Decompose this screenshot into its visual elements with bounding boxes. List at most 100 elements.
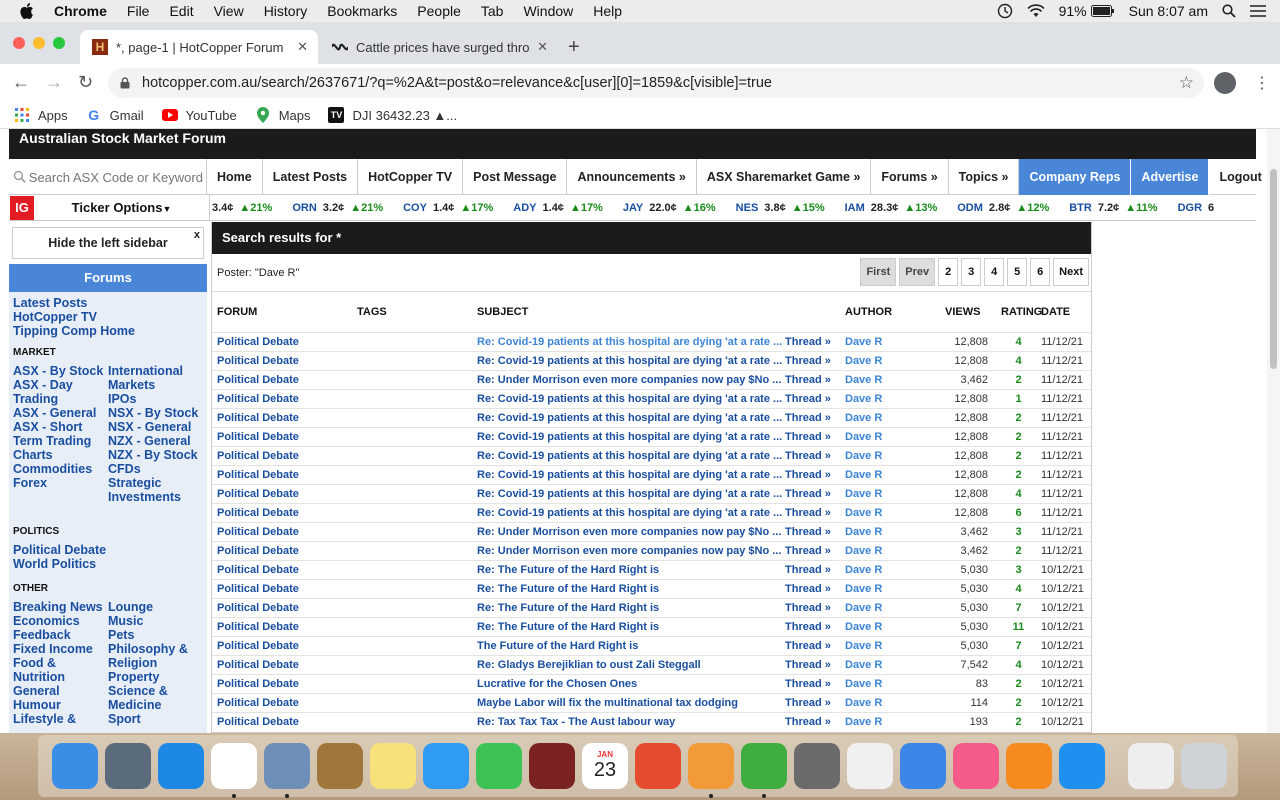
ticker-item[interactable]: ODM 2.8¢ ▲12% xyxy=(957,202,1049,214)
forward-arrow-icon[interactable]: → xyxy=(45,72,63,93)
page-button[interactable]: 6 xyxy=(1030,258,1051,286)
bookmark-dji[interactable]: TV DJI 36432.23 ▲... xyxy=(328,107,457,123)
forum-link[interactable]: Political Debate xyxy=(212,464,352,484)
forum-link[interactable]: Political Debate xyxy=(212,540,352,560)
ticker-item[interactable]: 3.4¢ ▲21% xyxy=(212,202,272,214)
subject-link[interactable]: Re: Covid-19 patients at this hospital a… xyxy=(472,407,783,427)
forum-link[interactable]: Political Debate xyxy=(212,711,352,731)
sidebar-link[interactable]: Latest Posts xyxy=(13,296,203,310)
menu-tab[interactable]: Tab xyxy=(481,3,504,19)
author-link[interactable]: Dave R xyxy=(840,445,940,465)
bookmark-gmail[interactable]: G Gmail xyxy=(86,107,143,123)
other-link[interactable]: Religion xyxy=(108,656,203,670)
ticker-item[interactable]: IAM 28.3¢ ▲13% xyxy=(845,202,938,214)
subject-link[interactable]: Re: The Future of the Hard Right is xyxy=(472,616,783,636)
downloads-stack-icon[interactable] xyxy=(1128,743,1174,789)
author-link[interactable]: Dave R xyxy=(840,407,940,427)
other-link[interactable]: Lifestyle & xyxy=(13,712,108,726)
author-link[interactable]: Dave R xyxy=(840,464,940,484)
nav-forums[interactable]: Forums » xyxy=(871,159,949,195)
thread-link[interactable]: Thread » xyxy=(783,483,840,503)
bookmark-apps[interactable]: Apps xyxy=(14,107,68,123)
forum-link[interactable]: Political Debate xyxy=(212,616,352,636)
menu-window[interactable]: Window xyxy=(523,3,573,19)
forum-link[interactable]: Political Debate xyxy=(212,331,352,351)
ticker-item[interactable]: NES 3.8¢ ▲15% xyxy=(736,202,825,214)
other-link[interactable]: Feedback xyxy=(13,628,108,642)
close-tab-icon[interactable]: ✕ xyxy=(297,39,308,55)
nav-post-message[interactable]: Post Message xyxy=(463,159,568,195)
forum-link[interactable]: Political Debate xyxy=(212,388,352,408)
system-preferences-icon[interactable] xyxy=(794,743,840,789)
author-link[interactable]: Dave R xyxy=(840,540,940,560)
other-link[interactable]: Science & xyxy=(108,684,203,698)
market-link[interactable]: NSX - By Stock xyxy=(108,406,203,420)
menu-people[interactable]: People xyxy=(417,3,461,19)
other-link[interactable]: Philosophy & xyxy=(108,642,203,656)
author-link[interactable]: Dave R xyxy=(840,502,940,522)
tab-abc-news[interactable]: Cattle prices have surged thro ✕ xyxy=(320,30,558,64)
photos-icon[interactable] xyxy=(847,743,893,789)
app-store-icon[interactable] xyxy=(1059,743,1105,789)
battery-icon[interactable] xyxy=(1090,5,1115,17)
apple-icon[interactable] xyxy=(20,3,34,19)
keynote-icon[interactable] xyxy=(900,743,946,789)
market-link[interactable]: NZX - By Stock xyxy=(108,448,203,462)
profile-avatar-icon[interactable] xyxy=(1214,72,1236,94)
forum-link[interactable]: Political Debate xyxy=(212,559,352,579)
forum-link[interactable]: Political Debate xyxy=(212,654,352,674)
menu-view[interactable]: View xyxy=(214,3,244,19)
author-link[interactable]: Dave R xyxy=(840,350,940,370)
contacts-icon[interactable] xyxy=(317,743,363,789)
url-text[interactable]: hotcopper.com.au/search/2637671/?q=%2A&t… xyxy=(142,75,772,91)
menubar-clock[interactable]: Sun 8:07 am xyxy=(1129,3,1208,19)
thread-link[interactable]: Thread » xyxy=(783,350,840,370)
author-link[interactable]: Dave R xyxy=(840,635,940,655)
other-link[interactable]: Music xyxy=(108,614,203,628)
market-link[interactable]: ASX - Short xyxy=(13,420,108,434)
subject-link[interactable]: Re: Covid-19 patients at this hospital a… xyxy=(472,331,783,351)
trash-icon[interactable] xyxy=(1181,743,1227,789)
market-link[interactable]: ASX - General xyxy=(13,406,108,420)
facetime-icon[interactable] xyxy=(476,743,522,789)
ticker-item[interactable]: JAY 22.0¢ ▲16% xyxy=(623,202,716,214)
time-machine-icon[interactable] xyxy=(997,3,1013,19)
politics-link[interactable]: World Politics xyxy=(13,557,203,571)
market-link[interactable]: ASX - Day xyxy=(13,378,108,392)
author-link[interactable]: Dave R xyxy=(840,654,940,674)
author-link[interactable]: Dave R xyxy=(840,711,940,731)
page-scrollbar[interactable] xyxy=(1267,129,1280,733)
forum-link[interactable]: Political Debate xyxy=(212,502,352,522)
forum-link[interactable]: Political Debate xyxy=(212,635,352,655)
scrollbar-thumb[interactable] xyxy=(1270,169,1277,369)
books-icon[interactable] xyxy=(1006,743,1052,789)
thread-link[interactable]: Thread » xyxy=(783,711,840,731)
author-link[interactable]: Dave R xyxy=(840,483,940,503)
ig-logo[interactable]: IG xyxy=(10,195,34,220)
market-link[interactable]: NSX - General xyxy=(108,420,203,434)
other-link[interactable]: Economics xyxy=(13,614,108,628)
subject-link[interactable]: Re: The Future of the Hard Right is xyxy=(472,559,783,579)
thread-link[interactable]: Thread » xyxy=(783,692,840,712)
subject-link[interactable]: Re: Tax Tax Tax - The Aust labour way xyxy=(472,711,783,731)
other-link[interactable]: Pets xyxy=(108,628,203,642)
author-link[interactable]: Dave R xyxy=(840,559,940,579)
politics-link[interactable]: Political Debate xyxy=(13,543,203,557)
subject-link[interactable]: The Future of the Hard Right is xyxy=(472,635,783,655)
market-link[interactable]: CFDs xyxy=(108,462,203,476)
forum-link[interactable]: Political Debate xyxy=(212,521,352,541)
thread-link[interactable]: Thread » xyxy=(783,673,840,693)
nav-hotcopper-tv[interactable]: HotCopper TV xyxy=(358,159,464,195)
ticker-item[interactable]: ORN 3.2¢ ▲21% xyxy=(292,202,383,214)
finder-icon[interactable] xyxy=(52,743,98,789)
forum-link[interactable]: Political Debate xyxy=(212,445,352,465)
subject-link[interactable]: Re: Covid-19 patients at this hospital a… xyxy=(472,483,783,503)
author-link[interactable]: Dave R xyxy=(840,692,940,712)
thread-link[interactable]: Thread » xyxy=(783,426,840,446)
thread-link[interactable]: Thread » xyxy=(783,369,840,389)
reload-icon[interactable]: ↻ xyxy=(78,72,93,93)
nav-announcements[interactable]: Announcements » xyxy=(567,159,697,195)
forum-link[interactable]: Political Debate xyxy=(212,407,352,427)
search-input[interactable] xyxy=(28,169,206,185)
nav-company-reps[interactable]: Company Reps xyxy=(1019,159,1132,195)
